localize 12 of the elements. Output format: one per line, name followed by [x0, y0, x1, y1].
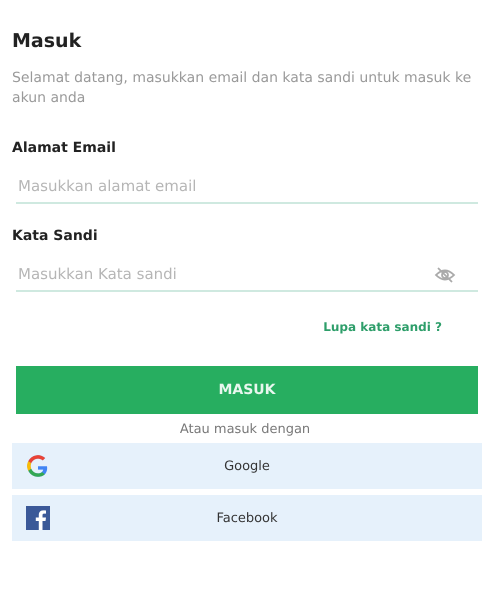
input-field[interactable]: Masukkan alamat email: [16, 170, 478, 204]
social-login-button[interactable]: Facebook: [12, 495, 482, 541]
page-title: Masuk: [12, 30, 82, 52]
field-label: Kata Sandi: [12, 228, 99, 244]
input-field[interactable]: Masukkan Kata sandi: [16, 258, 478, 292]
google-logo-icon: [26, 454, 50, 478]
eye-slash-icon[interactable]: [434, 266, 456, 284]
alternative-login-text: Atau masuk dengan: [178, 422, 312, 437]
social-login-button[interactable]: Google: [12, 443, 482, 489]
facebook-logo-icon: [26, 506, 50, 530]
subtitle-text: Selamat datang, masukkan email dan kata sandi untuk masuk ke akun anda: [12, 69, 472, 108]
field-label: Alamat Email: [12, 140, 117, 156]
